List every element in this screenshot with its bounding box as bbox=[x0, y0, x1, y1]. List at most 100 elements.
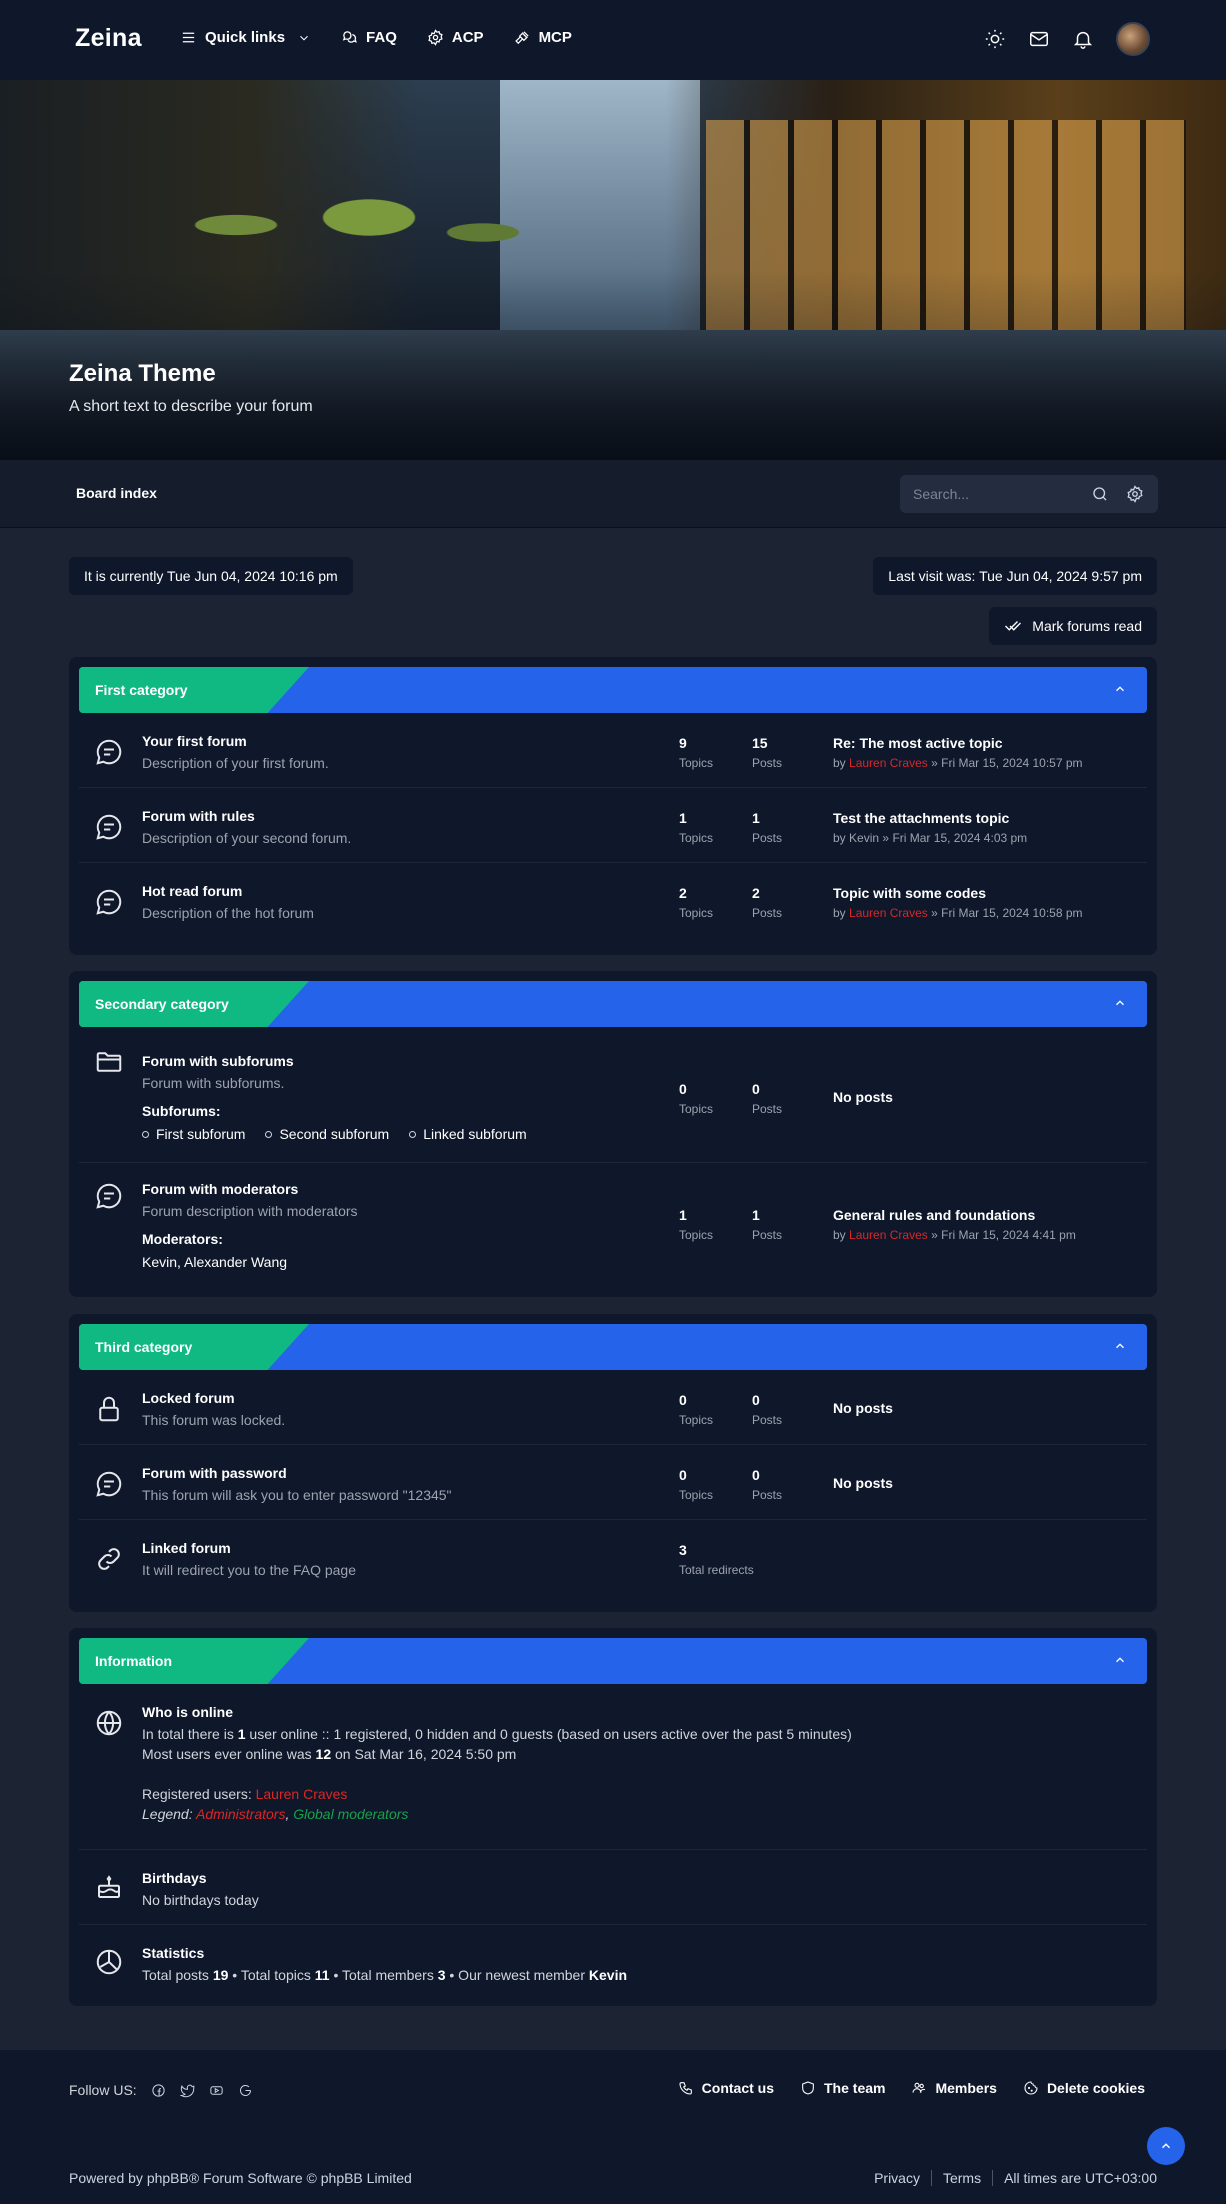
topics-count: 1 bbox=[679, 1207, 687, 1223]
mark-forums-read-button[interactable]: Mark forums read bbox=[989, 607, 1157, 645]
link-icon bbox=[94, 1544, 124, 1574]
last-post-user[interactable]: Lauren Craves bbox=[849, 756, 928, 770]
birthdays-section: Birthdays No birthdays today bbox=[79, 1850, 1147, 1925]
twitter-icon[interactable] bbox=[179, 2083, 195, 2098]
contact-us-link[interactable]: Contact us bbox=[678, 2080, 774, 2096]
forum-title[interactable]: Forum with subforums bbox=[142, 1053, 294, 1069]
online-text-b: user online :: 1 registered, 0 hidden an… bbox=[245, 1726, 852, 1742]
users-icon bbox=[912, 2082, 926, 2093]
last-post-user[interactable]: Lauren Craves bbox=[849, 1228, 928, 1242]
online-text-a: In total there is bbox=[142, 1726, 238, 1742]
forum-title[interactable]: Linked forum bbox=[142, 1540, 231, 1556]
forum-title[interactable]: Forum with password bbox=[142, 1465, 287, 1481]
powered-by[interactable]: Powered by phpBB® Forum Software © phpBB… bbox=[69, 2170, 412, 2186]
registered-label: Registered users: bbox=[142, 1786, 256, 1802]
last-post-user[interactable]: Lauren Craves bbox=[849, 906, 928, 920]
folder-icon bbox=[94, 1047, 124, 1077]
category-title[interactable]: Third category bbox=[95, 1339, 192, 1355]
subforum-link[interactable]: First subforum bbox=[142, 1126, 245, 1142]
last-post-title[interactable]: General rules and foundations bbox=[833, 1207, 1035, 1223]
newest-member-link[interactable]: Kevin bbox=[589, 1967, 627, 1983]
forum-row: Forum with rules Description of your sec… bbox=[79, 788, 1147, 863]
posts-label: Posts bbox=[752, 1413, 783, 1427]
facebook-icon[interactable] bbox=[151, 2083, 166, 2098]
registered-user-link[interactable]: Lauren Craves bbox=[256, 1786, 348, 1802]
last-post-by: by bbox=[833, 1228, 846, 1242]
topics-label: Topics bbox=[679, 756, 714, 770]
search-input[interactable]: Search... bbox=[913, 486, 969, 502]
last-post-title[interactable]: Re: The most active topic bbox=[833, 735, 1003, 751]
forum-title[interactable]: Locked forum bbox=[142, 1390, 235, 1406]
collapse-chevron-icon[interactable] bbox=[1113, 1339, 1127, 1356]
collapse-chevron-icon[interactable] bbox=[1113, 1653, 1127, 1670]
subforum-link[interactable]: Linked subforum bbox=[409, 1126, 527, 1142]
mark-forums-read-label: Mark forums read bbox=[1032, 618, 1142, 634]
birthdays-text: No birthdays today bbox=[142, 1892, 259, 1908]
search-icon[interactable] bbox=[1091, 485, 1109, 506]
cookie-icon bbox=[1024, 2081, 1038, 2095]
subforum-label: Second subforum bbox=[279, 1126, 390, 1142]
members-link[interactable]: Members bbox=[911, 2080, 997, 2096]
moderators-label: Moderators: bbox=[142, 1231, 223, 1247]
legend-global-moderators[interactable]: Global moderators bbox=[293, 1806, 408, 1822]
forum-description: Description of your first forum. bbox=[142, 755, 329, 771]
posts-label: Posts bbox=[752, 906, 783, 920]
information-header[interactable]: Information bbox=[79, 1638, 1147, 1684]
site-logo[interactable]: Zeina bbox=[75, 24, 142, 53]
last-post-time: Fri Mar 15, 2024 10:58 pm bbox=[941, 906, 1083, 920]
redirects-label: Total redirects bbox=[679, 1563, 754, 1577]
topics-count: 9 bbox=[679, 735, 687, 751]
youtube-icon[interactable] bbox=[209, 2083, 224, 2098]
forum-description: This forum will ask you to enter passwor… bbox=[142, 1487, 452, 1503]
information-title[interactable]: Information bbox=[95, 1653, 172, 1669]
delete-cookies-link[interactable]: Delete cookies bbox=[1023, 2080, 1145, 2096]
online-summary: In total there is 1 user online :: 1 reg… bbox=[142, 1726, 852, 1742]
sun-icon[interactable] bbox=[984, 28, 1006, 50]
legend-administrators[interactable]: Administrators bbox=[196, 1806, 285, 1822]
last-post-title[interactable]: Test the attachments topic bbox=[833, 810, 1009, 826]
last-post-meta: by Lauren Craves » Fri Mar 15, 2024 4:41… bbox=[833, 1228, 1076, 1242]
google-icon[interactable] bbox=[238, 2083, 253, 2098]
privacy-link[interactable]: Privacy bbox=[874, 2170, 931, 2186]
nav-acp[interactable]: ACP bbox=[427, 29, 484, 46]
bullet-icon bbox=[142, 1130, 149, 1138]
mail-icon[interactable] bbox=[1028, 28, 1050, 50]
posts-label: Posts bbox=[752, 1228, 783, 1242]
forum-title[interactable]: Forum with rules bbox=[142, 808, 255, 824]
forum-title[interactable]: Hot read forum bbox=[142, 883, 242, 899]
collapse-chevron-icon[interactable] bbox=[1113, 682, 1127, 699]
record-text-a: Most users ever online was bbox=[142, 1746, 316, 1762]
posts-label: Posts bbox=[752, 756, 783, 770]
avatar[interactable] bbox=[1116, 22, 1150, 56]
terms-link[interactable]: Terms bbox=[930, 2170, 992, 2186]
last-post-time: Fri Mar 15, 2024 10:57 pm bbox=[941, 756, 1083, 770]
category-header-secondary[interactable]: Secondary category bbox=[79, 981, 1147, 1027]
the-team-link[interactable]: The team bbox=[800, 2080, 885, 2096]
bell-icon[interactable] bbox=[1072, 28, 1094, 50]
category-header-first[interactable]: First category bbox=[79, 667, 1147, 713]
back-to-top-button[interactable] bbox=[1147, 2127, 1185, 2165]
topics-label: Topics bbox=[679, 1413, 714, 1427]
moderator-list[interactable]: Kevin, Alexander Wang bbox=[142, 1254, 287, 1270]
forum-title[interactable]: Your first forum bbox=[142, 733, 247, 749]
legal-links: Privacy Terms All times are UTC+03:00 bbox=[874, 2170, 1157, 2186]
subforum-link[interactable]: Second subforum bbox=[265, 1126, 389, 1142]
last-post-user[interactable]: Kevin bbox=[849, 831, 879, 845]
category-title[interactable]: Secondary category bbox=[95, 996, 229, 1012]
nav-faq[interactable]: FAQ bbox=[341, 29, 397, 46]
category-panel-first: First category Your first forum Descript… bbox=[69, 657, 1157, 955]
advanced-search-gear-icon[interactable] bbox=[1126, 485, 1144, 506]
collapse-chevron-icon[interactable] bbox=[1113, 996, 1127, 1013]
category-title[interactable]: First category bbox=[95, 682, 188, 698]
forum-title[interactable]: Forum with moderators bbox=[142, 1181, 298, 1197]
nav-quick-links[interactable]: Quick links bbox=[180, 29, 311, 46]
breadcrumb-board-index[interactable]: Board index bbox=[76, 485, 157, 501]
nav-mcp[interactable]: MCP bbox=[514, 29, 572, 46]
forum-chat-icon bbox=[94, 737, 124, 767]
category-header-third[interactable]: Third category bbox=[79, 1324, 1147, 1370]
stat-posts: 19 bbox=[212, 1967, 229, 1983]
last-post-title[interactable]: Topic with some codes bbox=[833, 885, 986, 901]
stat-members: 3 bbox=[437, 1967, 446, 1983]
topics-count: 0 bbox=[679, 1467, 687, 1483]
menu-icon bbox=[182, 32, 195, 43]
